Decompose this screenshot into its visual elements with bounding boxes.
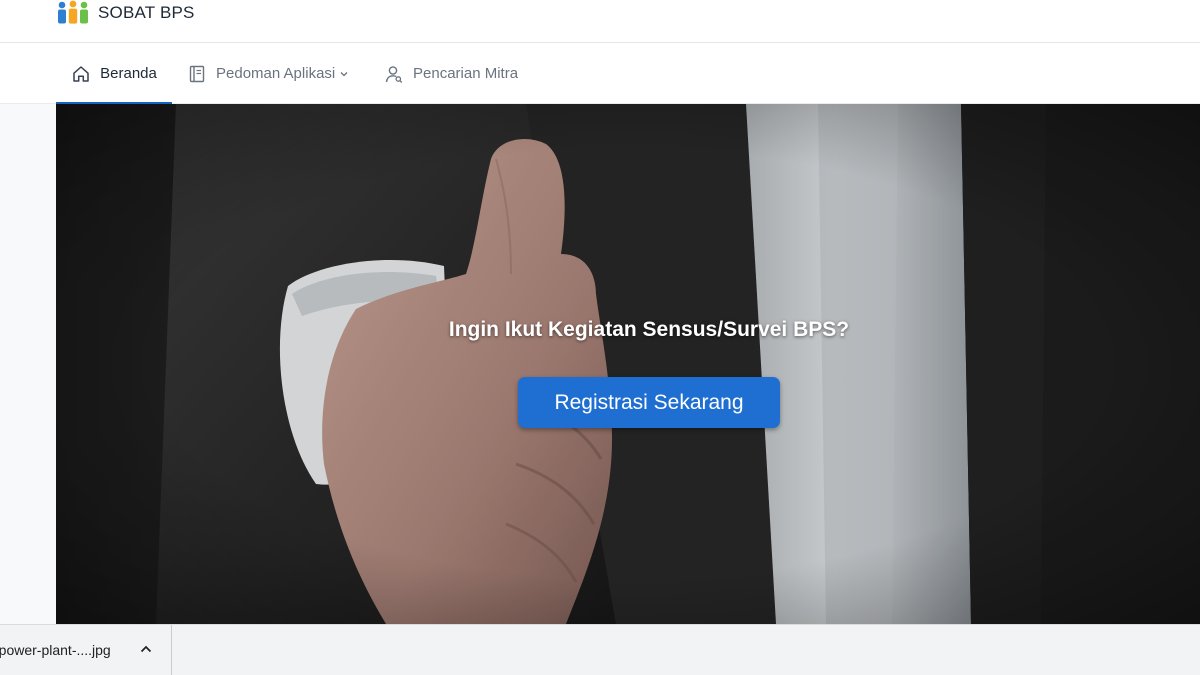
nav-item-pedoman-aplikasi[interactable]: Pedoman Aplikasi — [187, 43, 349, 104]
businessman-handshake-photo — [56, 104, 1200, 624]
user-search-icon — [385, 65, 403, 83]
nav-item-label: Pencarian Mitra — [413, 65, 519, 82]
register-now-button[interactable]: Registrasi Sekarang — [518, 377, 780, 428]
download-file-name: -power-plant-....jpg — [0, 642, 111, 658]
people-group-icon — [58, 0, 88, 24]
download-item[interactable]: -power-plant-....jpg — [0, 625, 172, 675]
nav-item-label: Pedoman Aplikasi — [216, 65, 336, 82]
left-gutter — [0, 104, 56, 624]
download-bar: -power-plant-....jpg — [0, 624, 1200, 675]
nav-item-label: Beranda — [100, 65, 157, 82]
hero-heading: Ingin Ikut Kegiatan Sensus/Survei BPS? — [448, 318, 850, 341]
home-icon — [73, 65, 89, 82]
main-nav: Beranda Pedoman Aplikasi Pencarian Mitra — [0, 43, 1200, 105]
chevron-up-icon[interactable] — [139, 642, 153, 656]
nav-item-pencarian-mitra[interactable]: Pencarian Mitra — [384, 43, 518, 104]
book-icon — [189, 65, 205, 82]
chevron-down-icon — [340, 71, 348, 76]
hero-banner: Ingin Ikut Kegiatan Sensus/Survei BPS? R… — [56, 104, 1200, 624]
nav-item-beranda[interactable]: Beranda — [56, 43, 172, 105]
top-header: SOBAT BPS — [0, 0, 1200, 43]
app-name: SOBAT BPS — [98, 3, 195, 22]
brand[interactable]: SOBAT BPS — [56, 0, 195, 26]
